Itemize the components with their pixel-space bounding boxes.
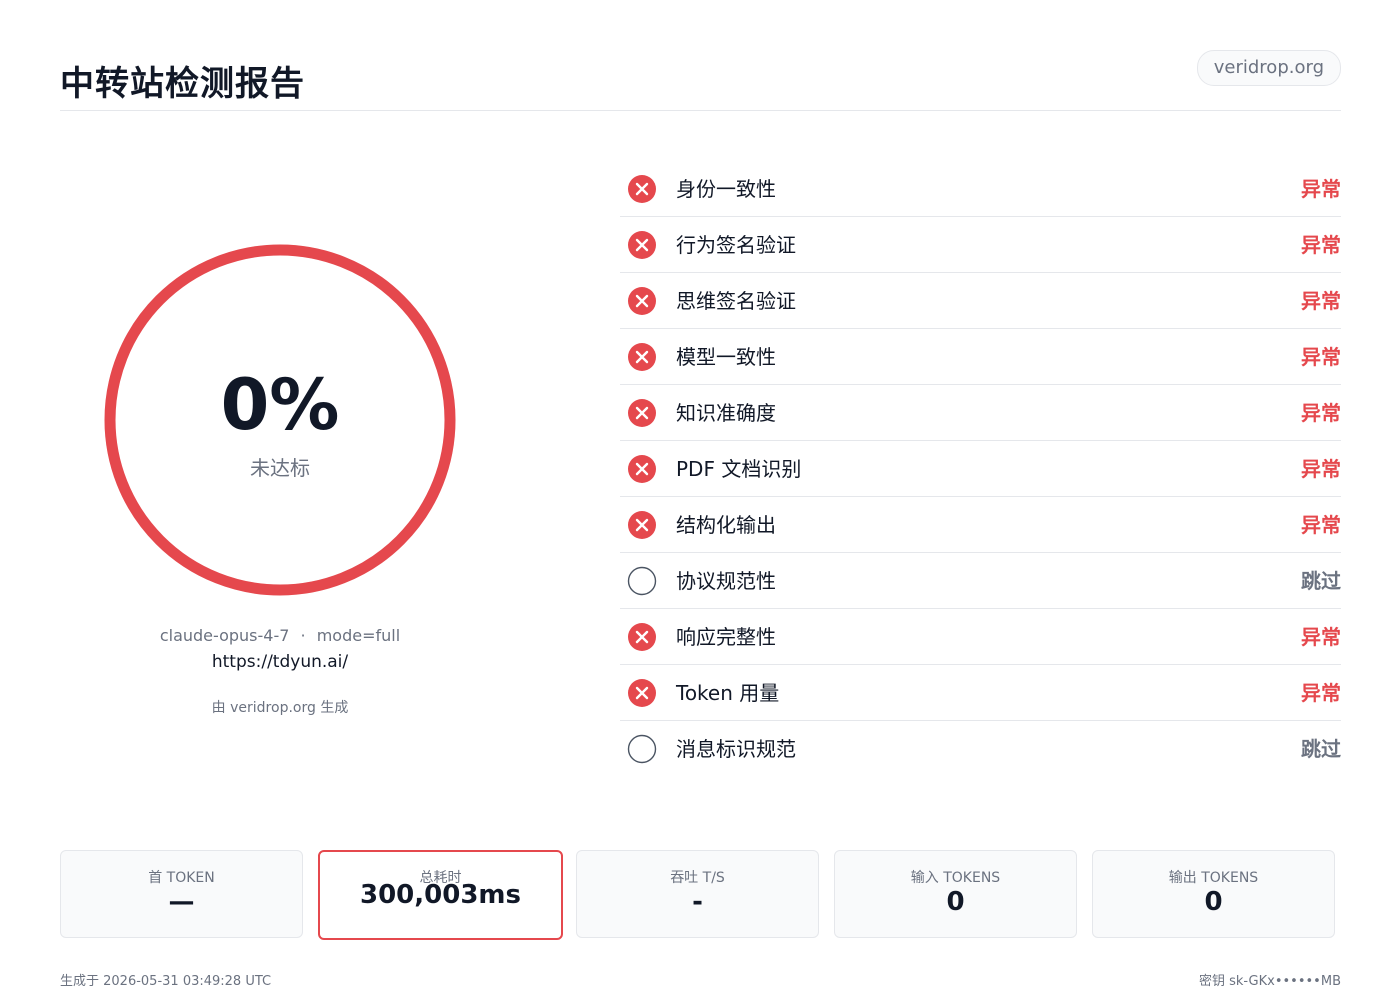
check-status: 异常	[1301, 625, 1341, 649]
check-name: 消息标识规范	[676, 737, 796, 761]
x-circle-icon	[627, 678, 657, 708]
check-name: 结构化输出	[676, 513, 776, 537]
check-status: 异常	[1301, 401, 1341, 425]
metric-card: 输入 TOKENS 0	[834, 850, 1077, 938]
model-info: claude-opus-4-7 · mode=full	[60, 626, 500, 645]
x-circle-icon	[627, 230, 657, 260]
metrics-row: 首 TOKEN — 总耗时 300,003ms 吞吐 T/S - 输入 TOKENS 0 输出 …	[60, 850, 1341, 942]
check-name: 响应完整性	[676, 625, 776, 649]
check-row: PDF 文档识别 异常	[620, 441, 1341, 497]
check-row: 行为签名验证 异常	[620, 217, 1341, 273]
check-name: 协议规范性	[676, 569, 776, 593]
check-status: 异常	[1301, 345, 1341, 369]
metric-label: 输出 TOKENS	[1168, 870, 1259, 886]
check-status: 异常	[1301, 457, 1341, 481]
checks-list: 身份一致性 异常 行为签名验证 异常 思维签名验证 异常 模型一致性 异常 知识准确度 异常 PDF…	[620, 161, 1341, 776]
empty-circle-icon	[627, 566, 657, 596]
check-name: 知识准确度	[676, 401, 776, 425]
check-row: 模型一致性 异常	[620, 329, 1341, 385]
check-row: 知识准确度 异常	[620, 385, 1341, 441]
metric-card: 首 TOKEN —	[60, 850, 303, 938]
metric-label: 首 TOKEN	[148, 870, 215, 886]
check-status: 异常	[1301, 681, 1341, 705]
metric-value: -	[692, 887, 703, 917]
x-circle-icon	[627, 398, 657, 428]
metric-card: 输出 TOKENS 0	[1092, 850, 1335, 938]
x-circle-icon	[627, 622, 657, 652]
metric-value: —	[168, 887, 195, 917]
target-url[interactable]: https://tdyun.ai/	[60, 652, 500, 672]
report-header: 中转站检测报告 veridrop.org	[60, 48, 1341, 111]
x-circle-icon	[627, 510, 657, 540]
check-status: 跳过	[1301, 737, 1341, 761]
check-row: 身份一致性 异常	[620, 161, 1341, 217]
page-title: 中转站检测报告	[60, 64, 305, 104]
report-page: 中转站检测报告 veridrop.org 0% 未达标 claude-opus-…	[0, 0, 1400, 1000]
metric-label: 吞吐 T/S	[670, 870, 725, 886]
empty-circle-icon	[627, 734, 657, 764]
check-status: 异常	[1301, 289, 1341, 313]
generated-timestamp: 生成于 2026-05-31 03:49:28 UTC	[60, 974, 272, 989]
metric-value: 300,003ms	[360, 880, 521, 910]
check-row: 结构化输出 异常	[620, 497, 1341, 553]
generated-by: 由 veridrop.org 生成	[211, 700, 349, 716]
check-row: 协议规范性 跳过	[620, 553, 1341, 609]
check-row: Token 用量 异常	[620, 665, 1341, 721]
score-value: 0%	[220, 364, 340, 446]
check-name: 行为签名验证	[676, 233, 796, 257]
metric-value: 0	[946, 887, 965, 917]
mode-label: mode=full	[316, 626, 401, 645]
check-name: 模型一致性	[676, 345, 776, 369]
check-status: 异常	[1301, 233, 1341, 257]
check-row: 消息标识规范 跳过	[620, 721, 1341, 776]
model-name: claude-opus-4-7	[159, 626, 290, 645]
metric-card: 总耗时 300,003ms	[318, 850, 563, 940]
check-status: 跳过	[1301, 569, 1341, 593]
x-circle-icon	[627, 286, 657, 316]
x-circle-icon	[627, 342, 657, 372]
check-name: Token 用量	[676, 681, 780, 705]
api-key-masked: 密钥 sk-GKx••••••MB	[1198, 974, 1341, 989]
x-circle-icon	[627, 174, 657, 204]
metric-label: 输入 TOKENS	[910, 870, 1001, 886]
metric-value: 0	[1204, 887, 1223, 917]
x-circle-icon	[627, 454, 657, 484]
check-name: 思维签名验证	[676, 289, 796, 313]
check-row: 响应完整性 异常	[620, 609, 1341, 665]
check-name: 身份一致性	[676, 177, 776, 201]
score-panel: 0% 未达标 claude-opus-4-7 · mode=full https…	[60, 160, 500, 740]
score-label: 未达标	[250, 456, 310, 480]
check-status: 异常	[1301, 513, 1341, 537]
check-status: 异常	[1301, 177, 1341, 201]
check-name: PDF 文档识别	[676, 457, 802, 481]
check-row: 思维签名验证 异常	[620, 273, 1341, 329]
metric-card: 吞吐 T/S -	[576, 850, 819, 938]
model-separator: ·	[300, 626, 306, 645]
brand-badge[interactable]: veridrop.org	[1196, 50, 1341, 86]
